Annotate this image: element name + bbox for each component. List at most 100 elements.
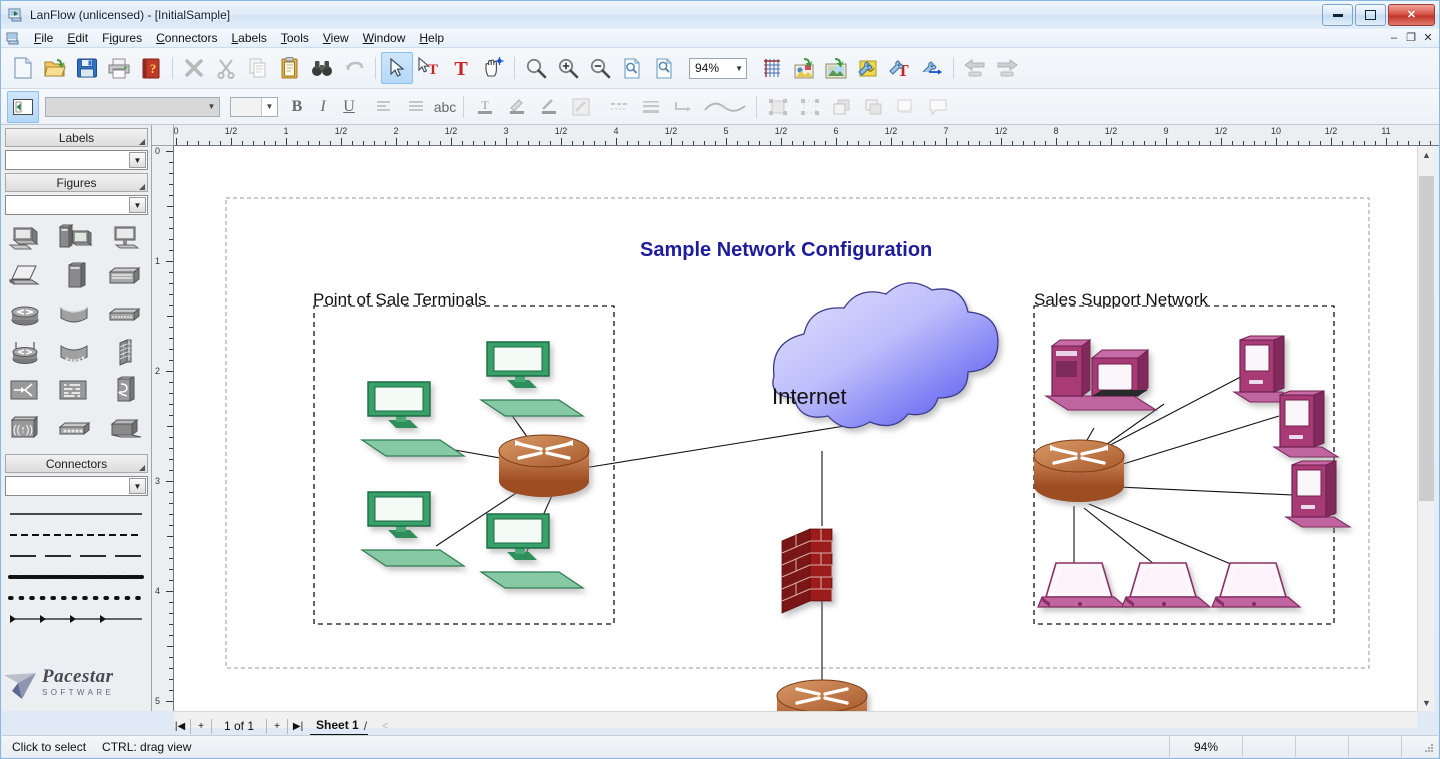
curve-connector-icon[interactable] <box>699 91 751 123</box>
close-button[interactable]: ✕ <box>1388 4 1435 26</box>
connectors-combo[interactable]: ▼ <box>5 476 148 496</box>
zoom-fit-icon[interactable] <box>648 52 680 84</box>
menu-file[interactable]: FFileile <box>27 29 60 47</box>
connector-long-dash-line[interactable] <box>8 545 145 566</box>
mdi-restore-button[interactable]: ❐ <box>1404 31 1418 45</box>
label-align-icon[interactable] <box>7 90 39 123</box>
select-pointer-icon[interactable] <box>381 52 413 84</box>
text-properties-icon[interactable]: T <box>884 52 916 84</box>
menu-edit[interactable]: Edit <box>60 29 95 47</box>
figures-combo[interactable]: ▼ <box>5 195 148 215</box>
figure-monitor-icon[interactable] <box>101 220 151 258</box>
shadow-color-icon[interactable] <box>565 91 597 123</box>
menu-tools[interactable]: Tools <box>274 29 316 47</box>
figure-multiplexer-icon[interactable] <box>2 372 52 410</box>
figure-hub-icon[interactable] <box>52 334 102 372</box>
new-icon[interactable] <box>7 52 39 84</box>
spellcheck-abc-icon[interactable]: abc <box>432 94 458 120</box>
menu-help[interactable]: Help <box>412 29 451 47</box>
scroll-up-button[interactable]: ▲ <box>1418 146 1435 163</box>
document-icon[interactable] <box>6 31 21 46</box>
underline-icon[interactable]: U <box>336 94 362 120</box>
figure-wireless-router-icon[interactable] <box>2 334 52 372</box>
grid-icon[interactable] <box>756 52 788 84</box>
figure-palette-icon[interactable] <box>820 52 852 84</box>
panel-header-connectors[interactable]: Connectors <box>5 454 148 473</box>
resize-grip-icon[interactable] <box>139 465 145 471</box>
figure-concentrator-icon[interactable] <box>52 410 102 448</box>
vertical-scrollbar[interactable]: ▲ ▼ <box>1417 146 1435 711</box>
zoom-out-icon[interactable] <box>584 52 616 84</box>
connector-dashed-line[interactable] <box>8 524 145 545</box>
panel-header-figures[interactable]: Figures <box>5 173 148 192</box>
print-icon[interactable] <box>103 52 135 84</box>
font-family-combo[interactable]: ▼ <box>45 96 220 117</box>
connector-arrow-line[interactable] <box>8 608 145 629</box>
insert-page-before-button[interactable]: + <box>193 717 209 735</box>
tab-scroll-left-button[interactable]: < <box>377 717 393 735</box>
scroll-down-button[interactable]: ▼ <box>1418 694 1435 711</box>
group-icon[interactable] <box>762 91 794 123</box>
connector-dotted-sparse-line[interactable] <box>8 587 145 608</box>
connector-dotted-dense-line[interactable] <box>8 566 145 587</box>
back-link-icon[interactable] <box>959 52 991 84</box>
zoom-page-icon[interactable] <box>616 52 648 84</box>
text-tool-icon[interactable]: T <box>445 52 477 84</box>
sheet-tab-1[interactable]: Sheet 1 <box>310 717 368 735</box>
help-book-icon[interactable]: ? <box>135 52 167 84</box>
menu-view[interactable]: View <box>316 29 356 47</box>
diagram-canvas[interactable]: Sample Network Configuration Point of Sa… <box>174 146 1417 711</box>
vertical-scroll-thumb[interactable] <box>1419 176 1434 501</box>
bold-icon[interactable]: B <box>284 94 310 120</box>
ungroup-icon[interactable] <box>794 91 826 123</box>
figure-patch-panel-icon[interactable] <box>52 372 102 410</box>
figure-desktop-pc-icon[interactable] <box>52 220 102 258</box>
find-binoculars-icon[interactable] <box>306 52 338 84</box>
bring-front-icon[interactable] <box>826 91 858 123</box>
fill-color-icon[interactable] <box>501 91 533 123</box>
figure-tower-server-icon[interactable] <box>52 258 102 296</box>
menu-connectors[interactable]: Connectors <box>149 29 224 47</box>
figure-laptop-icon[interactable] <box>2 258 52 296</box>
labels-combo[interactable]: ▼ <box>5 150 148 170</box>
last-page-button[interactable]: ▶| <box>290 717 306 735</box>
open-folder-icon[interactable] <box>39 52 71 84</box>
menu-window[interactable]: Window <box>356 29 413 47</box>
line-color-icon[interactable] <box>533 91 565 123</box>
paste-clipboard-icon[interactable] <box>274 52 306 84</box>
line-weight-icon[interactable] <box>635 91 667 123</box>
mdi-close-button[interactable]: ✕ <box>1421 31 1435 45</box>
figure-workstation-icon[interactable] <box>2 220 52 258</box>
undo-arrow-icon[interactable] <box>338 52 370 84</box>
align-left-icon[interactable] <box>368 91 400 123</box>
figure-router-icon[interactable] <box>2 296 52 334</box>
note-balloon-icon[interactable] <box>922 91 954 123</box>
figure-rack-server-icon[interactable] <box>101 258 151 296</box>
zoom-level-combo[interactable]: 94% ▼ <box>689 57 747 79</box>
insert-page-after-button[interactable]: + <box>269 717 285 735</box>
delete-x-icon[interactable] <box>178 52 210 84</box>
save-floppy-icon[interactable] <box>71 52 103 84</box>
text-pointer-icon[interactable]: T <box>413 52 445 84</box>
first-page-button[interactable]: |◀ <box>172 717 188 735</box>
line-style-dashed-icon[interactable] <box>603 91 635 123</box>
cut-scissors-icon[interactable] <box>210 52 242 84</box>
send-back-icon[interactable] <box>858 91 890 123</box>
text-color-icon[interactable]: T <box>469 91 501 123</box>
resize-grip-icon[interactable] <box>1423 742 1435 754</box>
resize-grip-icon[interactable] <box>139 139 145 145</box>
menu-figures[interactable]: Figures <box>95 29 149 47</box>
arrow-style-icon[interactable] <box>667 91 699 123</box>
align-justify-icon[interactable] <box>400 91 432 123</box>
figure-properties-icon[interactable] <box>852 52 884 84</box>
figure-bridge-icon[interactable] <box>52 296 102 334</box>
pan-hand-icon[interactable] <box>477 52 509 84</box>
forward-link-icon[interactable] <box>991 52 1023 84</box>
figure-switch-icon[interactable] <box>101 296 151 334</box>
mdi-minimize-button[interactable]: – <box>1387 31 1401 45</box>
figure-firewall-icon[interactable] <box>101 334 151 372</box>
maximize-button[interactable] <box>1355 4 1386 26</box>
connector-properties-icon[interactable] <box>916 52 948 84</box>
panel-header-labels[interactable]: Labels <box>5 128 148 147</box>
copy-icon[interactable] <box>242 52 274 84</box>
